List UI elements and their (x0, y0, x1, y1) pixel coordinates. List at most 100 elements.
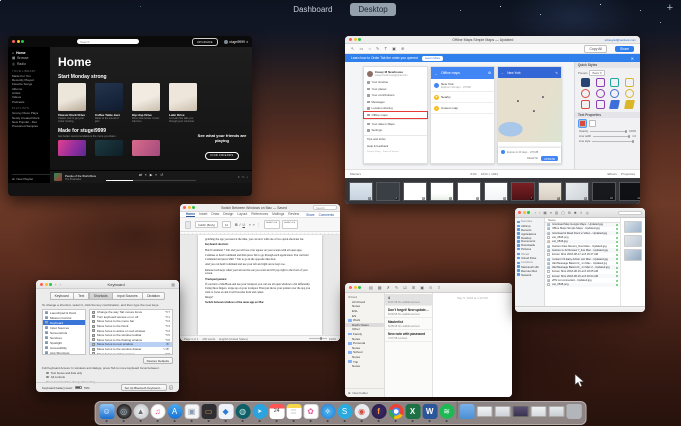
find-friends-button[interactable]: FIND FRIENDS (205, 152, 240, 160)
forward-icon[interactable]: › (539, 211, 540, 215)
shape-tool-icon[interactable]: ○ (368, 46, 371, 51)
slider[interactable] (590, 131, 627, 132)
page-thumbnail[interactable]: 3 (403, 182, 427, 201)
stroke-color-well[interactable] (589, 120, 596, 127)
style-gallery-item[interactable]: AaBbCcDd (282, 220, 298, 229)
new-playlist-button[interactable]: ⊞New Playlist (12, 174, 50, 183)
share-button[interactable]: Share (306, 213, 315, 217)
shortcut-row[interactable]: Move focus to status menus^F8 (90, 351, 172, 355)
masters-toggle[interactable]: Masters (350, 172, 361, 176)
design-canvas[interactable]: Casey M Newhouse caseymnewhouse@gmail.co… (345, 62, 574, 169)
checkbox-checked-icon[interactable] (92, 315, 95, 318)
teal-app-icon[interactable]: ◍ (235, 404, 250, 422)
downloads-folder-icon[interactable] (460, 404, 475, 422)
paste-button[interactable] (185, 221, 191, 229)
spotify-window[interactable]: Search UPGRADE stugei9999▾ ⌂Home▦Browse◎… (8, 36, 252, 196)
search-input[interactable] (618, 211, 642, 215)
playlist-item[interactable]: Preowned Samples (12, 124, 50, 128)
comments-button[interactable]: Comments (319, 213, 334, 217)
page-thumbnail[interactable]: 7 (511, 182, 535, 201)
page-thumbnail[interactable]: 1 (349, 182, 373, 201)
align-center-icon[interactable]: ≡ (253, 223, 255, 227)
ribbon-tab[interactable]: Layout (237, 212, 247, 217)
style-swatch[interactable] (581, 100, 590, 109)
font-size-select[interactable]: 12 (222, 221, 231, 228)
playlist-card[interactable]: Classic Rock Drive Classic rock to get y… (58, 83, 86, 123)
note-editor[interactable]: May 5, 2018 at 1:42 PM (433, 293, 512, 397)
share-icon[interactable]: ⇧ (580, 211, 583, 215)
user-menu[interactable]: stugei9999▾ (224, 40, 248, 44)
document-page[interactable]: grabbing the app you need at the time, y… (198, 235, 322, 335)
app-store-icon[interactable]: A (167, 404, 182, 422)
account-link[interactable]: tobiegold@outlook.com (605, 38, 636, 42)
artboard-offline-maps[interactable]: ← Offline maps ⚙ New York Expires in 29 … (430, 66, 495, 164)
slider[interactable] (592, 141, 634, 142)
learn-more-button[interactable]: Learn More (422, 56, 443, 61)
checkbox-checked-icon[interactable] (92, 334, 95, 337)
new-folder-button[interactable]: ⊕New Folder (345, 388, 384, 397)
ribbon-tab[interactable]: Insert (199, 212, 207, 217)
finder-sidebar-item[interactable]: iCloud Drive (515, 256, 544, 260)
playlist-card[interactable]: Hip Hop Drive Drive slow homie. Cover: C… (132, 83, 160, 123)
bullets-icon[interactable]: ⋮ (257, 223, 260, 227)
word-icon[interactable]: W (422, 404, 437, 422)
telegram-icon[interactable]: ➤ (252, 404, 267, 422)
select-tool-icon[interactable]: ↖ (351, 46, 355, 51)
traffic-lights[interactable] (518, 211, 530, 214)
volume-icon[interactable]: ♪ (247, 175, 249, 179)
underline-icon[interactable]: U (242, 223, 244, 227)
image-tool-icon[interactable]: ▣ (392, 46, 396, 51)
playlist-card[interactable]: Coffee Table Jazz Relax to the sound of … (95, 83, 123, 123)
close-banner-icon[interactable]: ✕ (631, 56, 634, 61)
radio-option[interactable]: All controls (46, 375, 169, 379)
style-swatch[interactable] (610, 89, 619, 98)
playlist-cover[interactable] (169, 83, 197, 111)
artboard-menu[interactable]: Casey M Newhouse caseymnewhouse@gmail.co… (363, 66, 428, 164)
checkbox-checked-icon[interactable] (92, 325, 95, 328)
style-swatch[interactable] (624, 100, 635, 109)
playlist-cover[interactable] (95, 140, 123, 156)
checkbox-checked-icon[interactable] (92, 329, 95, 332)
forward-icon[interactable]: › (60, 282, 62, 287)
playlist-cover[interactable] (95, 83, 123, 111)
red-dial-icon[interactable]: ◉ (354, 404, 369, 422)
finder-sidebar-item[interactable]: Network (515, 273, 544, 277)
zoom-slider[interactable] (309, 338, 327, 339)
checkbox-checked-icon[interactable] (92, 348, 95, 351)
style-swatch[interactable] (610, 78, 619, 87)
text-tool-icon[interactable]: T (385, 46, 388, 51)
page-thumbnail[interactable]: 6 (484, 182, 508, 201)
note-list-item[interactable]: 4 6/27/18 No additional text (385, 294, 432, 306)
design-app-window[interactable]: Offline Maps Simple Maps — Updated tobie… (345, 36, 640, 204)
upgrade-button[interactable]: UPGRADE (192, 38, 218, 46)
traffic-lights[interactable] (40, 283, 52, 286)
italic-icon[interactable]: I (240, 223, 241, 227)
trash-icon[interactable] (567, 404, 582, 422)
group-icon[interactable]: ⊞ (568, 211, 571, 215)
checkbox-checked-icon[interactable] (92, 352, 95, 355)
search-input[interactable]: Search (77, 39, 139, 45)
safari-icon[interactable]: ✧ (320, 404, 335, 422)
back-icon[interactable]: ‹ (535, 211, 536, 215)
artboard-new-york[interactable]: ← New York ✎ Expires in 29 days · 178 MB… (497, 66, 562, 164)
checkbox-checked-icon[interactable] (92, 311, 95, 314)
calendar-icon[interactable]: 24 (269, 404, 284, 422)
playlist-cover[interactable] (58, 140, 86, 156)
traffic-lights[interactable] (349, 286, 361, 289)
keyboard-prefs-window[interactable]: ‹ › Keyboard ▦ KeyboardTextShortcutsInpu… (36, 280, 179, 392)
previous-icon[interactable]: « (145, 173, 147, 177)
minimized-window[interactable] (495, 406, 511, 422)
style-swatch[interactable] (596, 78, 605, 87)
icon-view-icon[interactable]: ▦ (543, 211, 546, 215)
fill-color-well[interactable] (579, 120, 586, 127)
properties-button[interactable]: Properties (621, 172, 635, 176)
photo-icon[interactable]: ▣ (420, 285, 424, 290)
excel-icon[interactable]: X (405, 404, 420, 422)
minimized-window[interactable] (549, 406, 565, 422)
shortcut-category[interactable]: App Shortcuts (43, 350, 85, 355)
table-icon[interactable]: ⊞ (412, 285, 415, 290)
notes-window[interactable]: ▤▦✗✎☑⊞▣⊙⇧ iCloudAll iCloudNotesESLESWork… (345, 283, 512, 397)
notes-folder-item[interactable]: Notes (345, 364, 384, 369)
ribbon-tab[interactable]: Draw (211, 212, 219, 217)
prefs-tab[interactable]: Text (73, 292, 89, 300)
